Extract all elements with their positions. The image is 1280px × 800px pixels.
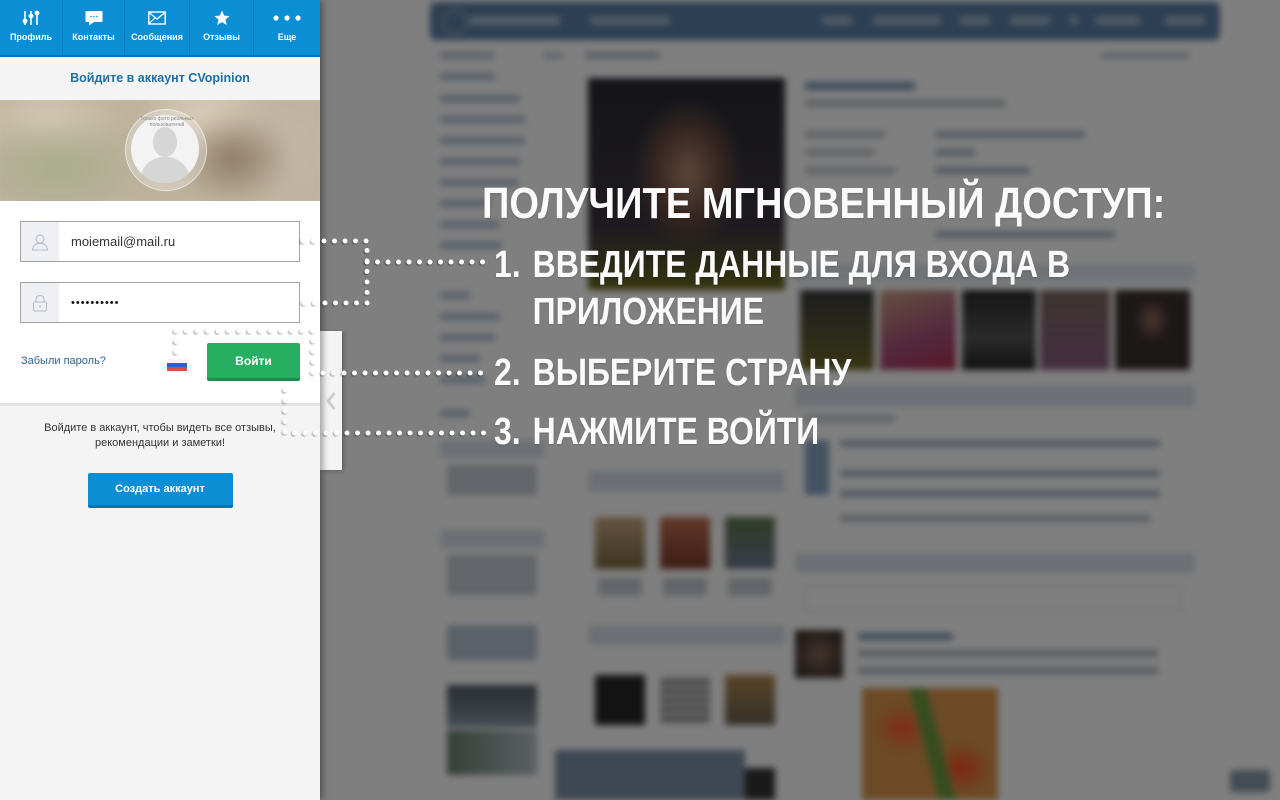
tab-contacts[interactable]: Контакты [63,0,125,55]
chat-bubble-icon [85,9,103,27]
step-text: НАЖМИТЕ ВОЙТИ [532,411,820,453]
email-field [20,221,300,262]
lock-icon [21,283,59,322]
collapse-panel-button[interactable] [320,331,342,470]
chevron-left-icon [326,391,336,410]
login-panel: Профиль Контакты Сообщения Отзывы Еще Во… [0,0,320,800]
tab-profile[interactable]: Профиль [0,0,63,55]
sliders-icon [22,9,40,27]
email-input[interactable] [59,222,299,261]
step-number: 1. [494,244,521,286]
tab-label: Контакты [72,32,115,42]
profile-banner: Только фото реальных пользователей [0,100,320,201]
more-dots-icon [272,9,302,27]
star-icon [213,9,230,27]
promo-step: 2. ВЫБЕРИТЕ СТРАНУ [494,350,1095,397]
tab-messages[interactable]: Сообщения [125,0,190,55]
tab-label: Отзывы [203,32,240,42]
login-button[interactable]: Войти [207,343,300,381]
password-field [20,282,300,323]
tab-reviews[interactable]: Отзывы [190,0,254,55]
tab-label: Еще [277,32,297,42]
step-number: 3. [494,411,521,453]
create-account-button[interactable]: Создать аккаунт [87,473,233,508]
russia-flag-icon[interactable] [167,359,187,371]
promo-step: 1. ВВЕДИТЕ ДАННЫЕ ДЛЯ ВХОДА В ПРИЛОЖЕНИЕ [494,242,1095,336]
step-number: 2. [494,352,521,394]
signup-prompt: Войдите в аккаунт, чтобы видеть все отзы… [44,422,276,449]
tab-label: Профиль [9,32,53,42]
top-nav: Профиль Контакты Сообщения Отзывы Еще [0,0,320,57]
forgot-password-link[interactable]: Забыли пароль? [21,354,106,368]
envelope-icon [148,9,166,27]
avatar-caption: Только фото реальных пользователей [140,116,194,128]
user-icon [21,222,59,261]
step-text: ВВЕДИТЕ ДАННЫЕ ДЛЯ ВХОДА В ПРИЛОЖЕНИЕ [532,244,1071,333]
login-form: Забыли пароль? Войти [0,201,320,403]
tab-more[interactable]: Еще [254,0,320,55]
signup-section: Войдите в аккаунт, чтобы видеть все отзы… [0,406,320,508]
step-text: ВЫБЕРИТЕ СТРАНУ [532,352,852,394]
promo-headline: ПОЛУЧИТЕ МГНОВЕННЫЙ ДОСТУП: [482,179,1166,228]
flag-stripe-red [167,367,187,371]
password-input[interactable] [59,283,299,322]
tab-label: Сообщения [131,32,183,42]
promo-step: 3. НАЖМИТЕ ВОЙТИ [494,409,1095,456]
login-title: Войдите в аккаунт CVopinion [70,71,250,85]
